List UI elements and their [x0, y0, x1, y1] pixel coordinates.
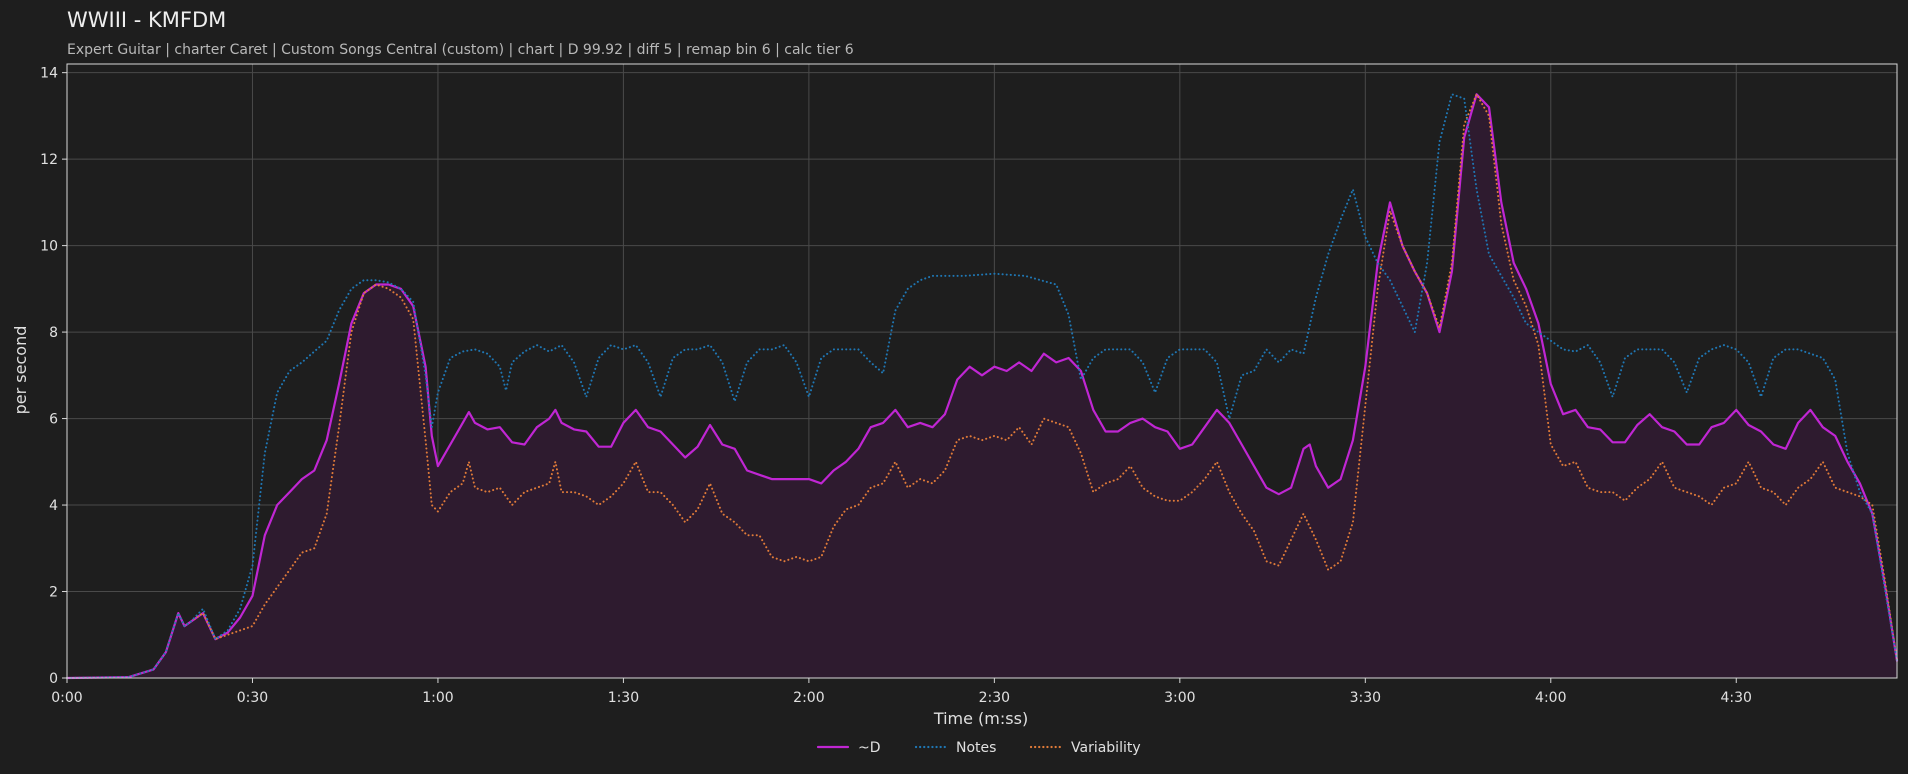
y-axis-label: per second — [11, 326, 30, 415]
legend-label-0: ~D — [858, 740, 881, 756]
x-tick-label-8: 4:00 — [1535, 690, 1566, 706]
y-axis-ticks: 0 2 4 6 8 10 12 14 — [40, 66, 67, 687]
x-tick-label-6: 3:00 — [1164, 690, 1195, 706]
y-tick-label-4: 8 — [49, 325, 58, 341]
legend: ~D Notes Variability — [816, 740, 1141, 756]
x-tick-label-9: 4:30 — [1721, 690, 1752, 706]
y-tick-label-6: 12 — [40, 152, 58, 168]
y-tick-label-0: 0 — [49, 671, 58, 687]
y-tick-label-3: 6 — [49, 412, 58, 428]
x-tick-label-3: 1:30 — [608, 690, 639, 706]
chart-subtitle: Expert Guitar | charter Caret | Custom S… — [67, 42, 854, 58]
x-tick-label-7: 3:30 — [1350, 690, 1381, 706]
y-tick-label-7: 14 — [40, 66, 58, 82]
legend-label-1: Notes — [956, 740, 996, 756]
legend-label-2: Variability — [1071, 740, 1141, 756]
y-tick-label-2: 4 — [49, 498, 58, 514]
chart: WWIII - KMFDM Expert Guitar | charter Ca… — [11, 8, 1899, 756]
x-tick-label-2: 1:00 — [422, 690, 453, 706]
x-tick-label-1: 0:30 — [237, 690, 268, 706]
x-tick-label-5: 2:30 — [979, 690, 1010, 706]
y-tick-label-5: 10 — [40, 239, 58, 255]
x-tick-label-4: 2:00 — [793, 690, 824, 706]
x-tick-label-0: 0:00 — [51, 690, 82, 706]
x-axis-label: Time (m:ss) — [933, 709, 1028, 728]
y-tick-label-1: 2 — [49, 585, 58, 601]
chart-title: WWIII - KMFDM — [67, 8, 226, 32]
x-axis-ticks: 0:00 0:30 1:00 1:30 2:00 2:30 3:00 3:30 4:00 4:30 — [51, 678, 1752, 706]
